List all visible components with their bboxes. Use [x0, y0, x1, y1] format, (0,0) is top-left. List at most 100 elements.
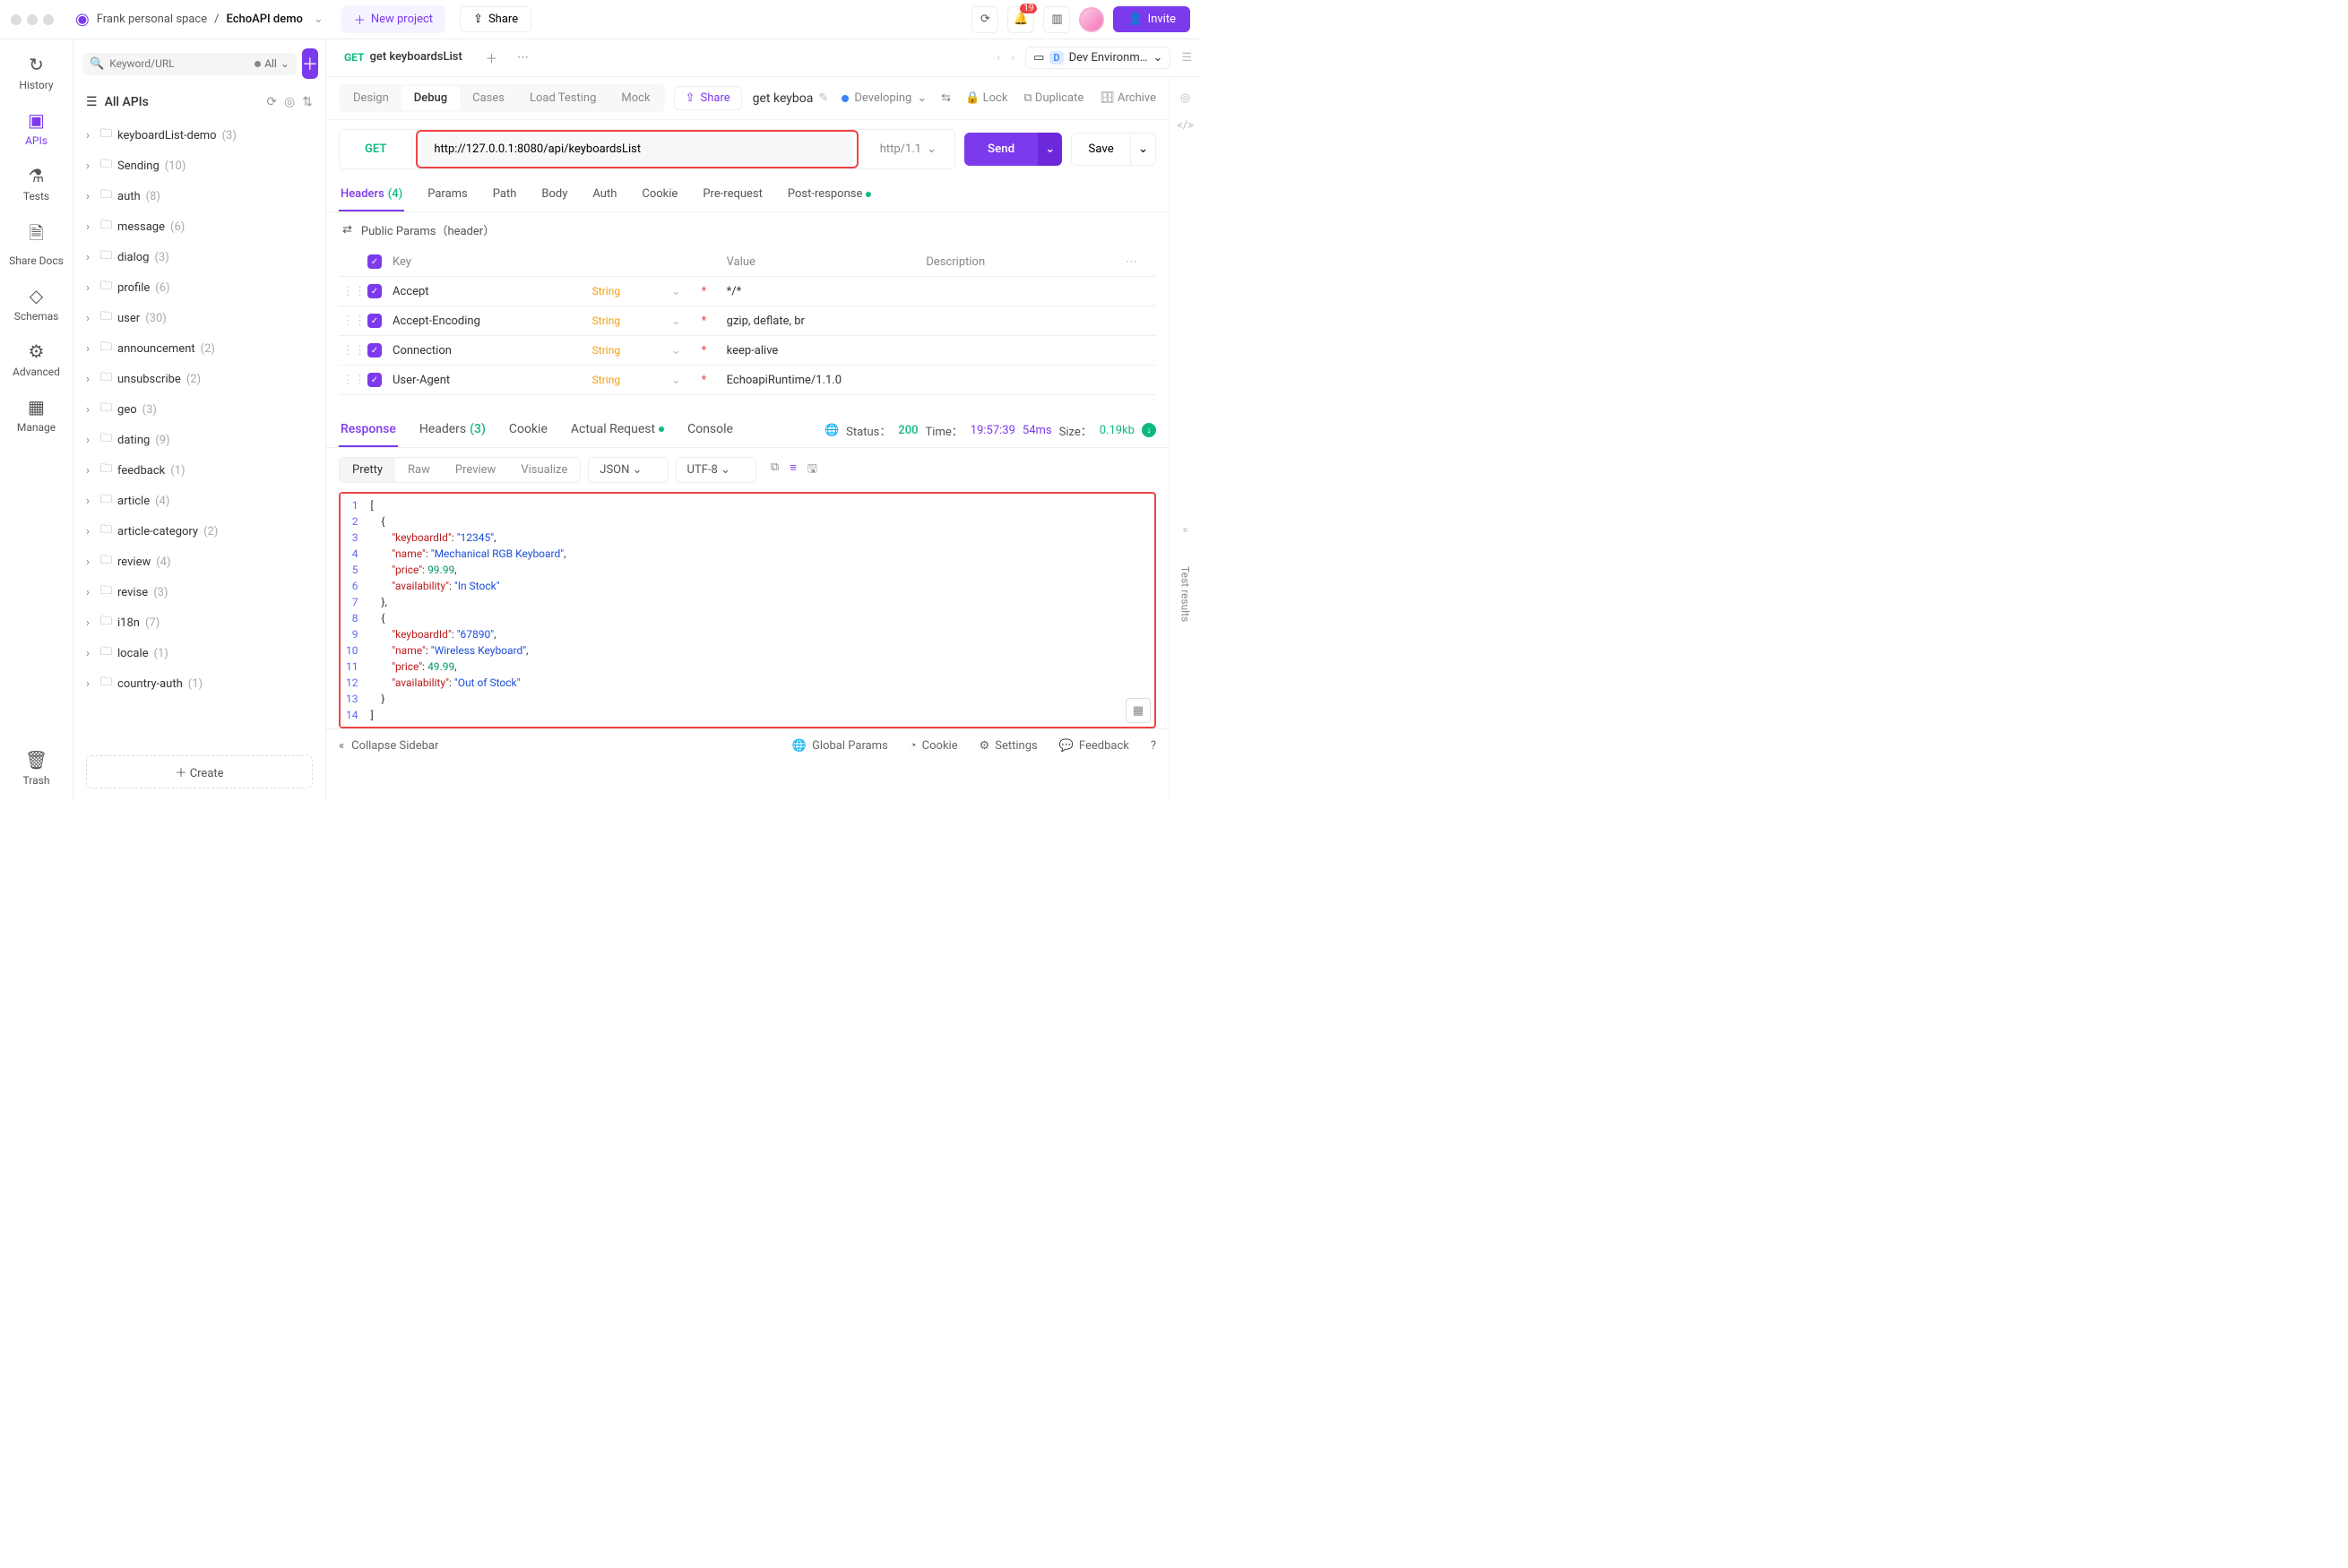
download-icon[interactable]: ↓: [1142, 423, 1156, 437]
checkbox-all[interactable]: ✓: [367, 254, 382, 269]
view-load[interactable]: Load Testing: [517, 86, 609, 110]
header-row[interactable]: ⋮⋮✓ConnectionString⌄*keep-alive: [339, 336, 1156, 366]
search-input[interactable]: [109, 57, 249, 70]
protocol-select[interactable]: http/1.1⌄: [862, 142, 954, 156]
rail-trash[interactable]: 🗑Trash: [23, 749, 50, 787]
drag-icon[interactable]: ⋮⋮: [342, 285, 360, 298]
charset-select[interactable]: UTF-8 ⌄: [676, 457, 756, 483]
api-detail-icon[interactable]: ◎: [1180, 91, 1190, 105]
method-select[interactable]: GET: [340, 134, 412, 165]
target-icon[interactable]: ◎: [284, 95, 295, 109]
edit-icon[interactable]: ✎: [818, 91, 828, 105]
resp-tab-console[interactable]: Console: [686, 413, 735, 447]
save-button[interactable]: Save: [1071, 133, 1131, 166]
chevron-down-icon[interactable]: ⌄: [671, 285, 695, 298]
tree-item[interactable]: ›🗀unsubscribe (2): [73, 364, 325, 394]
send-button[interactable]: Send: [964, 133, 1038, 166]
req-tab-pre[interactable]: Pre-request: [701, 178, 764, 211]
tab-api[interactable]: GET get keyboardsList: [335, 39, 471, 76]
tree-item[interactable]: ›🗀message (6): [73, 211, 325, 242]
sync-icon[interactable]: ⟳: [971, 6, 998, 33]
view-debug[interactable]: Debug: [401, 86, 460, 110]
rail-history[interactable]: ↻History: [19, 54, 53, 91]
header-row[interactable]: ⋮⋮✓User-AgentString⌄*EchoapiRuntime/1.1.…: [339, 366, 1156, 395]
chevron-down-icon[interactable]: ⌄: [671, 374, 695, 387]
wrap-icon[interactable]: ≡: [790, 461, 797, 480]
header-row[interactable]: ⋮⋮✓Accept-EncodingString⌄*gzip, deflate,…: [339, 306, 1156, 336]
search-input-wrap[interactable]: 🔍 All ⌄: [82, 53, 297, 75]
api-status[interactable]: Developing ⌄: [842, 91, 927, 105]
req-tab-post[interactable]: Post-response: [786, 178, 873, 211]
chevron-left-icon[interactable]: «: [1182, 523, 1187, 537]
resp-tab-response[interactable]: Response: [339, 413, 398, 447]
tree-item[interactable]: ›🗀Sending (10): [73, 151, 325, 181]
share-project-button[interactable]: ⇪Share: [460, 6, 531, 32]
req-tab-headers[interactable]: Headers (4): [339, 178, 404, 211]
rail-apis[interactable]: ▣APIs: [25, 109, 47, 147]
tree-item[interactable]: ›🗀profile (6): [73, 272, 325, 303]
project-crumb[interactable]: EchoAPI demo: [226, 13, 302, 26]
checkbox[interactable]: ✓: [367, 314, 382, 328]
tree-item[interactable]: ›🗀article-category (2): [73, 516, 325, 547]
drag-icon[interactable]: ⋮⋮: [342, 314, 360, 328]
tree-item[interactable]: ›🗀feedback (1): [73, 455, 325, 486]
code-icon[interactable]: </>: [1177, 119, 1194, 133]
public-params-header[interactable]: ⇄Public Params（header）: [326, 212, 1169, 247]
tree-item[interactable]: ›🗀article (4): [73, 486, 325, 516]
environment-select[interactable]: ▭ D Dev Environm… ⌄: [1025, 47, 1170, 69]
tree-item[interactable]: ›🗀country-auth (1): [73, 668, 325, 699]
tab-next-icon[interactable]: ›: [1011, 51, 1014, 65]
help-icon[interactable]: ?: [1151, 738, 1156, 753]
filter-all[interactable]: All ⌄: [255, 57, 289, 70]
tree-item[interactable]: ›🗀revise (3): [73, 577, 325, 607]
archive-button[interactable]: 🗄 Archive: [1100, 91, 1156, 105]
send-dropdown[interactable]: ⌄: [1038, 133, 1062, 166]
duplicate-button[interactable]: ⧉ Duplicate: [1023, 91, 1083, 105]
drag-icon[interactable]: ⋮⋮: [342, 344, 360, 358]
req-tab-path[interactable]: Path: [491, 178, 519, 211]
feedback-button[interactable]: 💬Feedback: [1059, 738, 1129, 753]
cookie-button[interactable]: ◔Cookie: [910, 738, 958, 753]
test-results-tab[interactable]: Test results: [1179, 566, 1192, 622]
resp-tab-headers[interactable]: Headers (3): [418, 413, 488, 447]
req-tab-cookie[interactable]: Cookie: [640, 178, 679, 211]
req-tab-auth[interactable]: Auth: [591, 178, 618, 211]
rail-manage[interactable]: ▦Manage: [17, 396, 56, 434]
copy-icon[interactable]: ⧉: [771, 461, 779, 480]
new-project-button[interactable]: ＋New project: [341, 5, 445, 33]
rail-sharedocs[interactable]: 🗎Share Docs: [9, 220, 64, 267]
sort-toolbar-icon[interactable]: ⇆: [941, 91, 951, 105]
checkbox[interactable]: ✓: [367, 343, 382, 358]
save-response-icon[interactable]: 🖫: [807, 461, 817, 480]
invite-button[interactable]: 👤Invite: [1113, 6, 1190, 32]
tree-item[interactable]: ›🗀geo (3): [73, 394, 325, 425]
more-icon[interactable]: ⋯: [1126, 255, 1152, 269]
collapse-sidebar-button[interactable]: Collapse Sidebar: [351, 739, 438, 753]
notifications-icon[interactable]: 🔔19: [1007, 6, 1034, 33]
rail-schemas[interactable]: ◇Schemas: [14, 285, 59, 323]
workspace-crumb[interactable]: Frank personal space: [97, 13, 207, 26]
sort-icon[interactable]: ⇅: [302, 95, 313, 109]
tab-add-icon[interactable]: ＋: [480, 44, 503, 72]
tree-item[interactable]: ›🗀dialog (3): [73, 242, 325, 272]
tree-item[interactable]: ›🗀locale (1): [73, 638, 325, 668]
avatar[interactable]: [1079, 7, 1104, 32]
save-dropdown[interactable]: ⌄: [1131, 133, 1156, 166]
checkbox[interactable]: ✓: [367, 284, 382, 298]
panel-icon[interactable]: ▥: [1043, 6, 1070, 33]
view-mock[interactable]: Mock: [609, 86, 662, 110]
resp-view-visualize[interactable]: Visualize: [508, 458, 580, 482]
lock-button[interactable]: 🔒 Lock: [965, 91, 1007, 105]
tree-item[interactable]: ›🗀i18n (7): [73, 607, 325, 638]
settings-button[interactable]: ⚙Settings: [980, 738, 1038, 753]
rail-tests[interactable]: ⚗Tests: [23, 165, 49, 202]
header-row[interactable]: ⋮⋮✓AcceptString⌄**/*: [339, 277, 1156, 306]
tab-prev-icon[interactable]: ‹: [997, 51, 1000, 65]
tree-item[interactable]: ›🗀auth (8): [73, 181, 325, 211]
json-viewer[interactable]: [ { "keyboardId": "12345", "name": "Mech…: [364, 494, 1155, 727]
global-params-button[interactable]: 🌐Global Params: [792, 738, 888, 753]
tree-item[interactable]: ›🗀announcement (2): [73, 333, 325, 364]
collapse-icon[interactable]: «: [339, 739, 344, 753]
tree-item[interactable]: ›🗀dating (9): [73, 425, 325, 455]
resp-tab-cookie[interactable]: Cookie: [507, 413, 549, 447]
